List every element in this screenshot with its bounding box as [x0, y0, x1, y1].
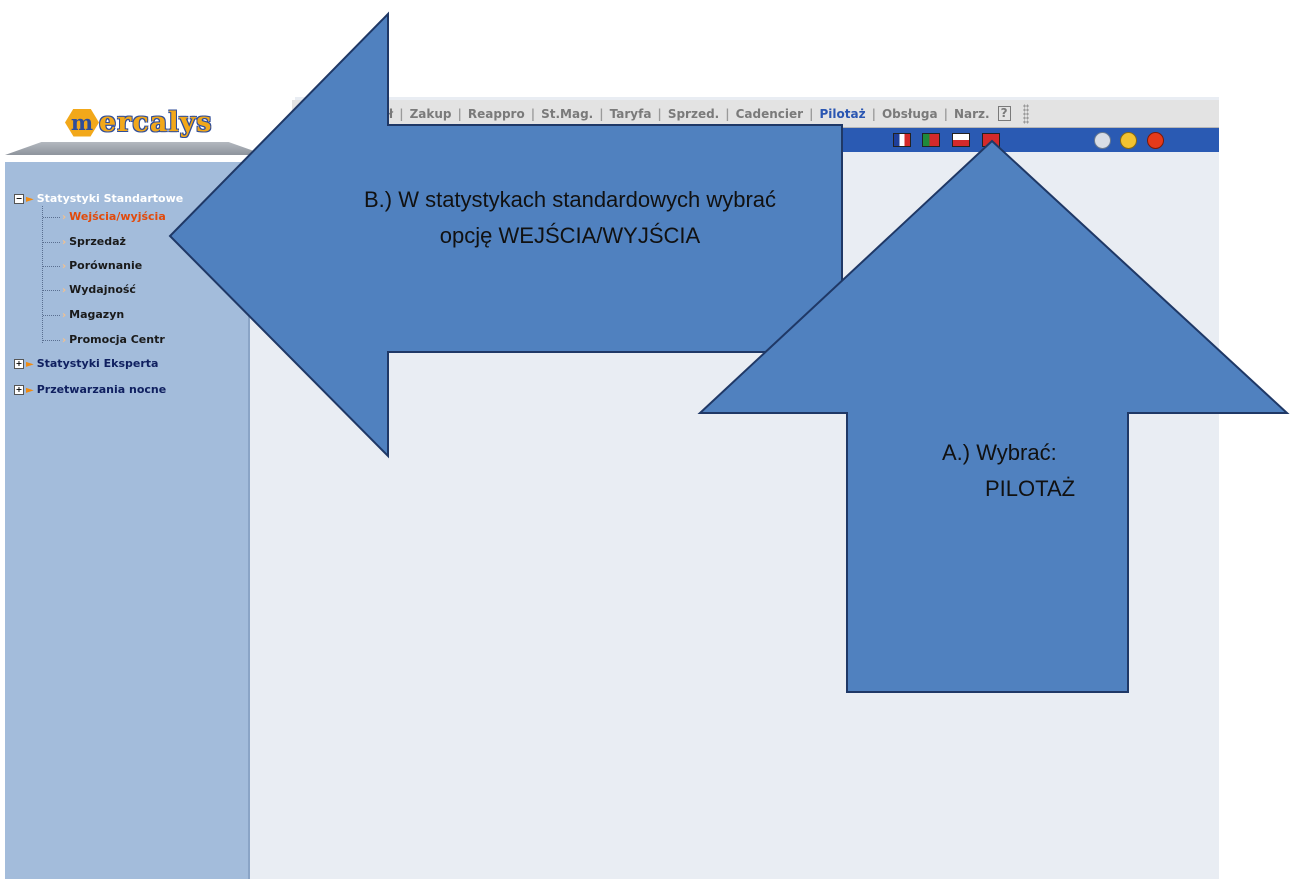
callout-a-text: A.) Wybrać: PILOTAŻ [942, 435, 1075, 507]
callout-b-text: B.) W statystykach standardowych wybrać … [300, 182, 840, 254]
callout-a-line1: A.) Wybrać: [942, 440, 1057, 465]
annotation-overlay [168, 11, 1290, 693]
callout-a-line2: PILOTAŻ [985, 476, 1076, 501]
callout-b-line2: opcję WEJŚCIA/WYJŚCIA [439, 223, 701, 248]
callout-b-line1: B.) W statystykach standardowych wybrać [363, 187, 777, 212]
